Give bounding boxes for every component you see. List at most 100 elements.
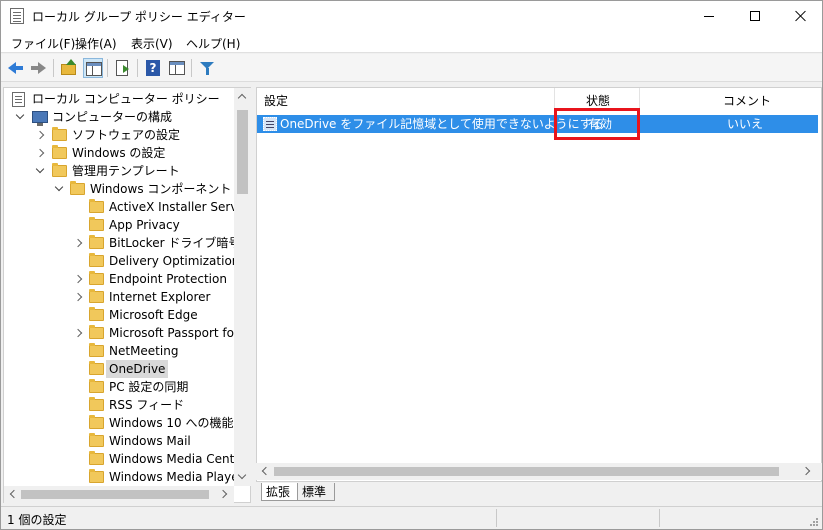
properties-icon	[169, 61, 185, 75]
forward-button[interactable]	[28, 58, 48, 78]
menu-file[interactable]: ファイル(F)	[11, 35, 75, 52]
export-arrow-icon	[123, 65, 129, 73]
window-title: ローカル グループ ポリシー エディター	[32, 10, 246, 24]
computer-icon	[32, 111, 48, 126]
chevron-down-icon[interactable]	[53, 180, 65, 198]
view-tabs: 拡張 標準	[256, 483, 822, 503]
tree-item-label: Delivery Optimization	[109, 254, 234, 268]
menu-help[interactable]: ヘルプ(H)	[186, 35, 240, 52]
tree-item-label: Internet Explorer	[109, 290, 211, 304]
settings-list-pane: 設定 状態 コメント OneDrive をファイル記憶域として使用できないように…	[256, 87, 822, 482]
console-tree-icon	[86, 62, 102, 76]
column-header-comment[interactable]: コメント	[723, 88, 771, 114]
folder-icon	[89, 397, 104, 411]
tree-item-label: コンピューターの構成	[52, 110, 173, 124]
setting-comment: いいえ	[727, 117, 764, 131]
minimize-icon	[704, 16, 714, 17]
tree-item-label: Windows コンポーネント	[90, 182, 232, 196]
tree-item-label: 管理用テンプレート	[72, 164, 180, 178]
chevron-right-icon[interactable]	[72, 288, 84, 306]
chevron-right-icon[interactable]	[34, 144, 46, 162]
policy-icon	[12, 92, 25, 107]
tree-item-label: Microsoft Passport for W	[109, 326, 234, 340]
tab-standard[interactable]: 標準	[297, 483, 335, 501]
state-highlight-box	[554, 108, 640, 140]
tree-item-label: ActiveX Installer Service	[109, 200, 234, 214]
folder-icon	[89, 433, 104, 447]
toolbar: ?	[1, 54, 822, 82]
tree-item-label: Endpoint Protection	[109, 272, 227, 286]
chevron-right-icon[interactable]	[72, 324, 84, 342]
tree-item-label: App Privacy	[109, 218, 180, 232]
scrollbar-thumb[interactable]	[274, 467, 779, 476]
chevron-right-icon[interactable]	[34, 126, 46, 144]
scrollbar-thumb[interactable]	[237, 110, 248, 194]
tree-vertical-scrollbar[interactable]	[234, 88, 251, 486]
menu-action[interactable]: 操作(A)	[75, 35, 117, 52]
folder-open-icon	[89, 361, 104, 375]
tree-item-label: NetMeeting	[109, 344, 179, 358]
console-tree-pane: ローカル コンピューター ポリシー コンピューターの構成 ソフトウェアの設定 W…	[3, 87, 251, 503]
folder-icon	[89, 469, 104, 483]
chevron-right-icon[interactable]	[72, 270, 84, 288]
menu-bar: ファイル(F) 操作(A) 表示(V) ヘルプ(H)	[1, 31, 822, 53]
policy-setting-icon	[263, 117, 277, 131]
back-button[interactable]	[6, 58, 26, 78]
scroll-up-icon[interactable]	[234, 88, 251, 105]
tree-item-label: ローカル コンピューター ポリシー	[32, 92, 220, 106]
minimize-button[interactable]	[686, 1, 732, 31]
console-tree: ローカル コンピューター ポリシー コンピューターの構成 ソフトウェアの設定 W…	[4, 88, 234, 486]
column-header-setting[interactable]: 設定	[264, 88, 288, 114]
folder-icon	[89, 325, 104, 339]
scroll-right-icon[interactable]	[217, 486, 234, 503]
tree-item-label: BitLocker ドライブ暗号化	[109, 236, 234, 250]
folder-open-icon	[52, 163, 67, 177]
scroll-right-icon[interactable]	[800, 463, 817, 480]
scrollbar-thumb[interactable]	[21, 490, 209, 499]
scroll-left-icon[interactable]	[256, 463, 273, 480]
folder-icon	[52, 127, 67, 141]
toolbar-separator	[137, 59, 138, 77]
toolbar-separator	[53, 59, 54, 77]
show-hide-tree-button[interactable]	[83, 58, 103, 78]
window: ローカル グループ ポリシー エディター ファイル(F) 操作(A) 表示(V)…	[0, 0, 823, 530]
help-icon: ?	[146, 60, 160, 76]
chevron-down-icon[interactable]	[14, 108, 26, 126]
scroll-left-icon[interactable]	[4, 486, 21, 503]
menu-view[interactable]: 表示(V)	[131, 35, 173, 52]
folder-icon	[89, 271, 104, 285]
tree-item-label: PC 設定の同期	[109, 380, 189, 394]
scroll-down-icon[interactable]	[234, 469, 251, 486]
status-separator	[659, 509, 660, 527]
list-horizontal-scrollbar[interactable]	[256, 463, 822, 480]
help-button[interactable]: ?	[143, 58, 163, 78]
arrow-left-shaft	[15, 66, 23, 70]
folder-icon	[89, 343, 104, 357]
filter-button[interactable]	[197, 58, 217, 78]
status-text: 1 個の設定	[7, 513, 67, 527]
status-bar: 1 個の設定	[1, 506, 822, 529]
toolbar-separator	[191, 59, 192, 77]
properties-button[interactable]	[167, 58, 187, 78]
maximize-button[interactable]	[732, 1, 778, 31]
tree-item-label: Windows 10 への機能の追	[109, 416, 234, 430]
folder-icon	[89, 379, 104, 393]
maximize-icon	[750, 11, 760, 21]
tree-horizontal-scrollbar[interactable]	[4, 486, 234, 503]
export-list-button[interactable]	[113, 58, 133, 78]
close-button[interactable]	[778, 1, 823, 31]
chevron-right-icon[interactable]	[72, 234, 84, 252]
tree-item-label: Windows Media Player	[109, 470, 234, 484]
folder-icon	[89, 235, 104, 249]
folder-icon	[89, 253, 104, 267]
resize-grip-icon[interactable]	[807, 515, 819, 527]
arrow-right-icon	[38, 62, 46, 74]
chevron-down-icon[interactable]	[34, 162, 46, 180]
list-item[interactable]: OneDrive をファイル記憶域として使用できないようにする 有効 いいえ	[257, 115, 818, 133]
folder-icon	[52, 145, 67, 159]
tree-item-label: ソフトウェアの設定	[72, 128, 181, 142]
tree-item-label: RSS フィード	[109, 398, 185, 412]
up-one-level-button[interactable]	[59, 58, 79, 78]
tab-extended[interactable]: 拡張	[261, 483, 299, 501]
folder-icon	[89, 217, 104, 231]
